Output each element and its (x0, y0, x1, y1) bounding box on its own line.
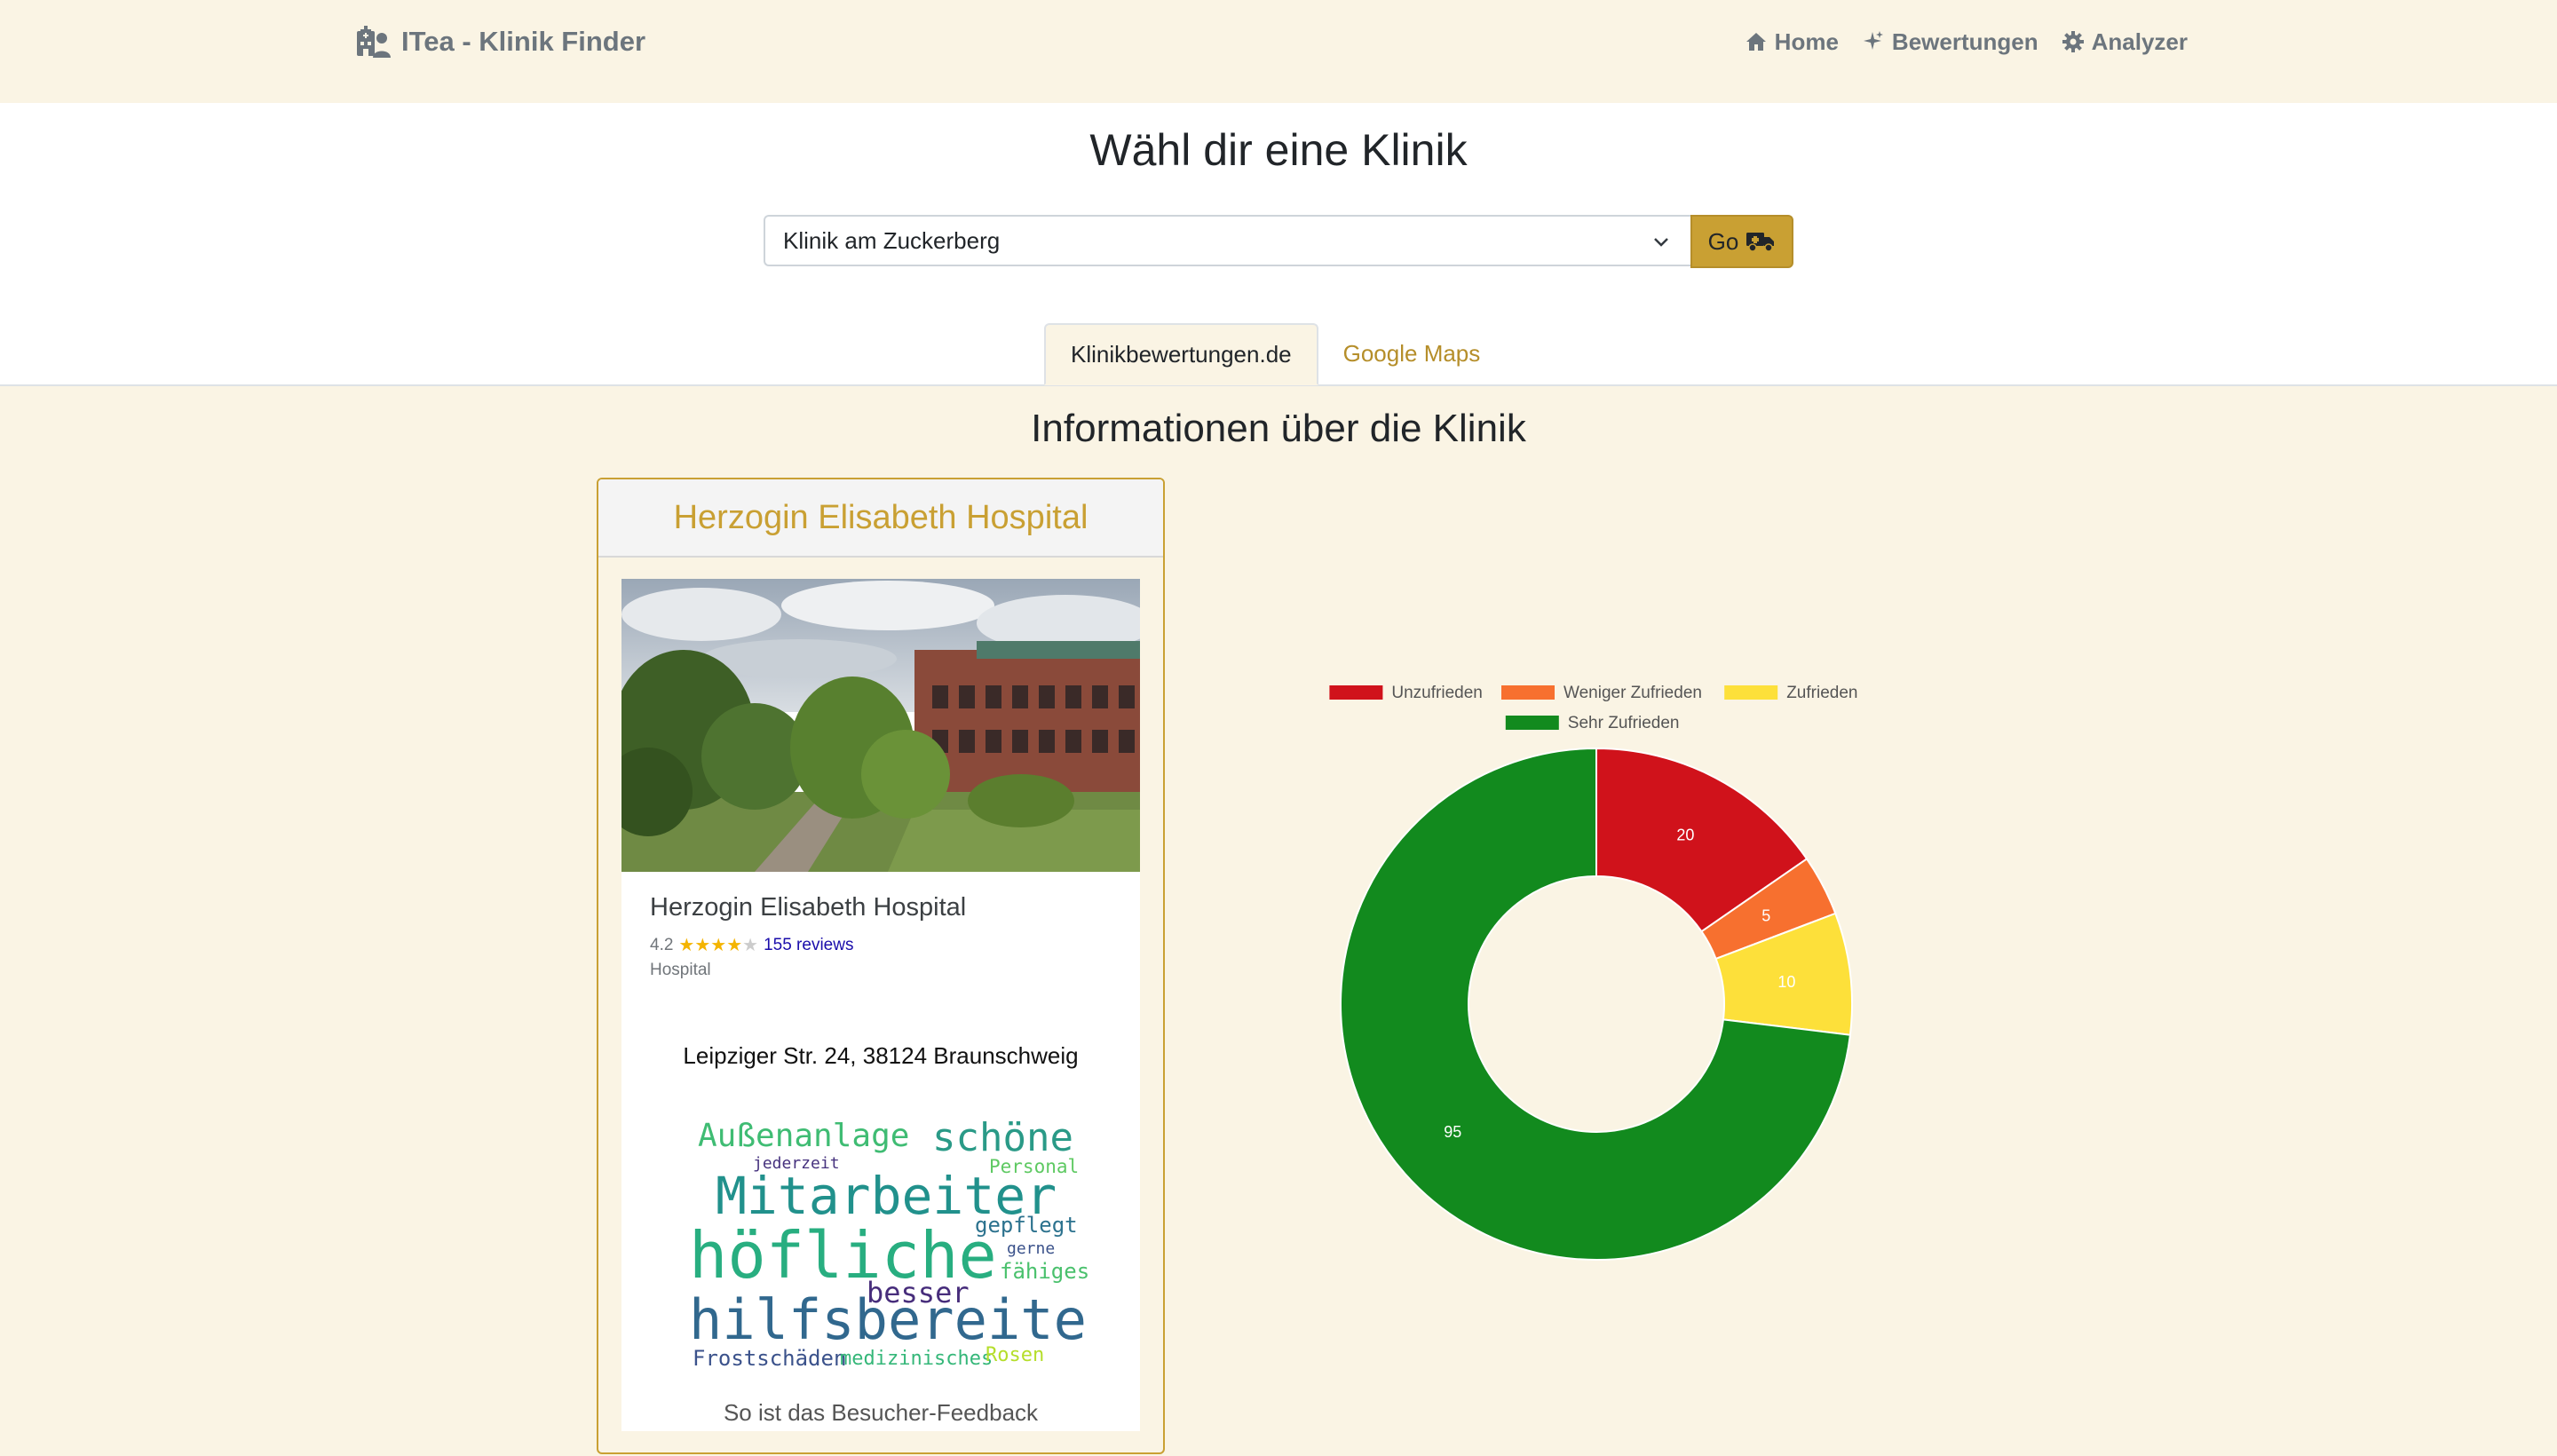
sparkles-icon (1863, 31, 1883, 50)
go-button[interactable]: Go (1690, 215, 1793, 268)
hospital-icon (357, 26, 391, 58)
truck-icon (1746, 233, 1775, 252)
section-title: Informationen über die Klinik (1031, 407, 1526, 450)
rating-value: 4.2 (650, 935, 674, 954)
clinic-select-value: Klinik am Zuckerberg (783, 226, 1001, 254)
card-footer-text: So ist das Besucher-Feedback (723, 1399, 1039, 1426)
chart-data-label: 95 (1444, 1123, 1461, 1141)
legend-item[interactable]: Sehr Zufrieden (1505, 714, 1680, 732)
brand-label: ITea - Klinik Finder (401, 26, 646, 57)
tab-google-maps[interactable]: Google Maps (1318, 323, 1506, 384)
wordcloud: Außenanlage schöne jederzeit Personal Mi… (675, 1110, 1101, 1370)
satisfaction-chart: Unzufrieden Weniger Zufrieden Zufrieden Seh… (1314, 675, 1900, 1278)
chart-data-label: 20 (1676, 827, 1694, 844)
chart-data-label: 5 (1761, 907, 1770, 925)
star-rating-icon: ★★★★★ (678, 936, 759, 955)
nav-link-label: Analyzer (2091, 28, 2188, 55)
wordcloud-word: Frostschäden (693, 1346, 847, 1371)
legend-item[interactable]: Weniger Zufrieden (1501, 684, 1702, 702)
wordcloud-word: Außenanlage (698, 1118, 910, 1154)
nav-link-label: Home (1774, 28, 1839, 55)
home-icon (1746, 33, 1766, 51)
nav-links: Home Bewertungen Analyzer (1745, 21, 2188, 62)
chart-data-label: 10 (1777, 973, 1795, 991)
gmaps-clinic-name: Herzogin Elisabeth Hospital (650, 893, 967, 922)
go-button-label: Go (1707, 227, 1739, 255)
legend-swatch (1505, 716, 1559, 730)
clinic-address: Leipziger Str. 24, 38124 Braunschweig (683, 1042, 1079, 1069)
clinic-select[interactable]: Klinik am Zuckerberg (764, 215, 1690, 266)
wordcloud-word: schöne (932, 1115, 1073, 1160)
doughnut-chart: Unzufrieden Weniger Zufrieden Zufrieden Seh… (1329, 684, 1857, 1261)
page-title: Wähl dir eine Klinik (1089, 125, 1468, 175)
wordcloud-word: medizinisches (840, 1348, 994, 1370)
legend-item[interactable]: Unzufrieden (1329, 684, 1483, 702)
legend-label: Zufrieden (1786, 684, 1857, 702)
hospital-photo (621, 579, 1140, 872)
legend-item[interactable]: Zufrieden (1724, 684, 1857, 702)
nav-link-home[interactable]: Home (1745, 28, 1839, 56)
gmaps-type: Hospital (650, 961, 711, 979)
gmaps-rating: 4.2 ★★★★★ 155 reviews (650, 934, 853, 956)
legend-swatch (1501, 685, 1555, 700)
nav-link-label: Bewertungen (1891, 28, 2038, 55)
wordcloud-word: gerne (1007, 1239, 1056, 1258)
wordcloud-word: Rosen (986, 1344, 1045, 1366)
clinic-card: Herzogin Elisabeth Hospital Herzogin Eli… (597, 478, 1165, 1454)
gear-icon (2062, 31, 2084, 52)
source-tabs: Klinikbewertungen.de Google Maps (1044, 323, 1505, 385)
clinic-card-title: Herzogin Elisabeth Hospital (598, 479, 1163, 558)
wordcloud-word: fähiges (1000, 1259, 1090, 1284)
legend-label: Sehr Zufrieden (1568, 714, 1680, 732)
nav-link-bewertungen[interactable]: Bewertungen (1862, 28, 2038, 56)
nav-link-analyzer[interactable]: Analyzer (2062, 28, 2188, 56)
reviews-link[interactable]: 155 reviews (764, 936, 853, 955)
chevron-down-icon (1654, 238, 1668, 247)
tab-klinikbewertungen[interactable]: Klinikbewertungen.de (1044, 323, 1318, 385)
legend-swatch (1329, 685, 1383, 700)
brand[interactable]: ITea - Klinik Finder (355, 21, 645, 62)
legend-label: Weniger Zufrieden (1563, 684, 1702, 702)
wordcloud-word: hilfsbereite (689, 1287, 1087, 1352)
navbar: ITea - Klinik Finder Home Bewertungen An… (0, 0, 2557, 103)
legend-label: Unzufrieden (1391, 684, 1482, 702)
legend-swatch (1724, 685, 1778, 700)
